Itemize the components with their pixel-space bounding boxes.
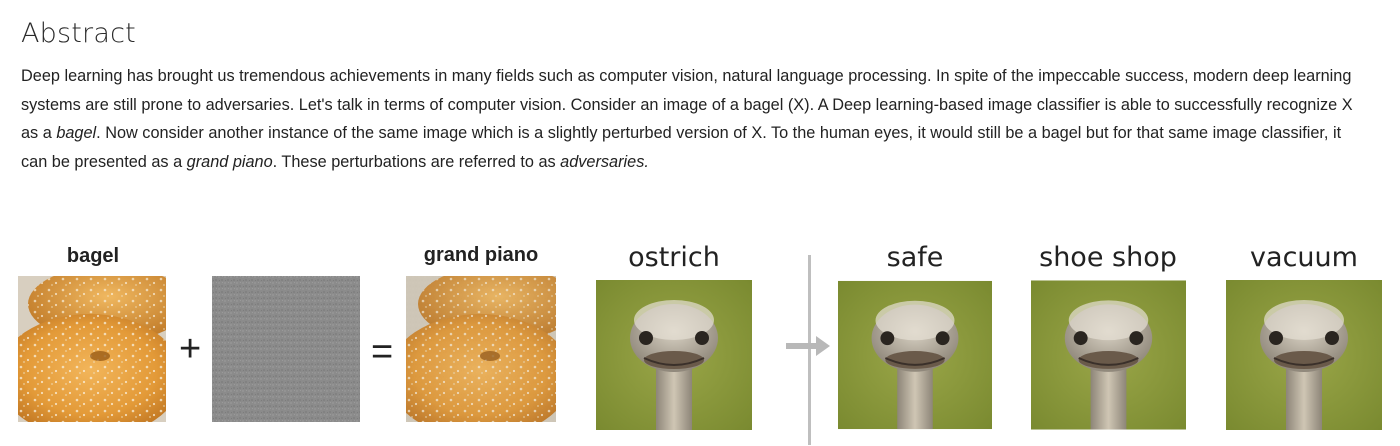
arrow-right-icon	[786, 336, 830, 356]
safe-label: safe	[886, 242, 944, 273]
adversarial-bagel-image	[406, 276, 556, 422]
bagel-image	[18, 276, 166, 422]
adversarial-examples-figure: bagel + = grand piano ostrich safe shoe …	[0, 230, 1400, 446]
bagel-label: bagel	[66, 245, 120, 267]
abstract-heading: Abstract	[21, 18, 136, 49]
perturbation-noise-image	[212, 276, 360, 422]
vacuum-label: vacuum	[1250, 242, 1358, 273]
plus-sign: +	[179, 328, 202, 370]
abstract-text-bagel: bagel	[56, 124, 97, 143]
abstract-text-adversaries: adversaries.	[560, 152, 649, 171]
abstract-paragraph: Deep learning has brought us tremendous …	[21, 62, 1366, 176]
abstract-text-grand-piano: grand piano	[186, 152, 273, 171]
grand-piano-label: grand piano	[423, 244, 539, 266]
shoe-shop-label: shoe shop	[1039, 242, 1177, 273]
ostrich-adversarial-safe-image	[838, 280, 992, 430]
ostrich-adversarial-shoe-shop-image	[1031, 280, 1186, 430]
equals-sign: =	[371, 331, 394, 373]
ostrich-adversarial-vacuum-image	[1226, 280, 1382, 430]
ostrich-image	[596, 280, 752, 430]
ostrich-label: ostrich	[628, 242, 720, 273]
abstract-text-3: . These perturbations are referred to as	[272, 152, 561, 171]
